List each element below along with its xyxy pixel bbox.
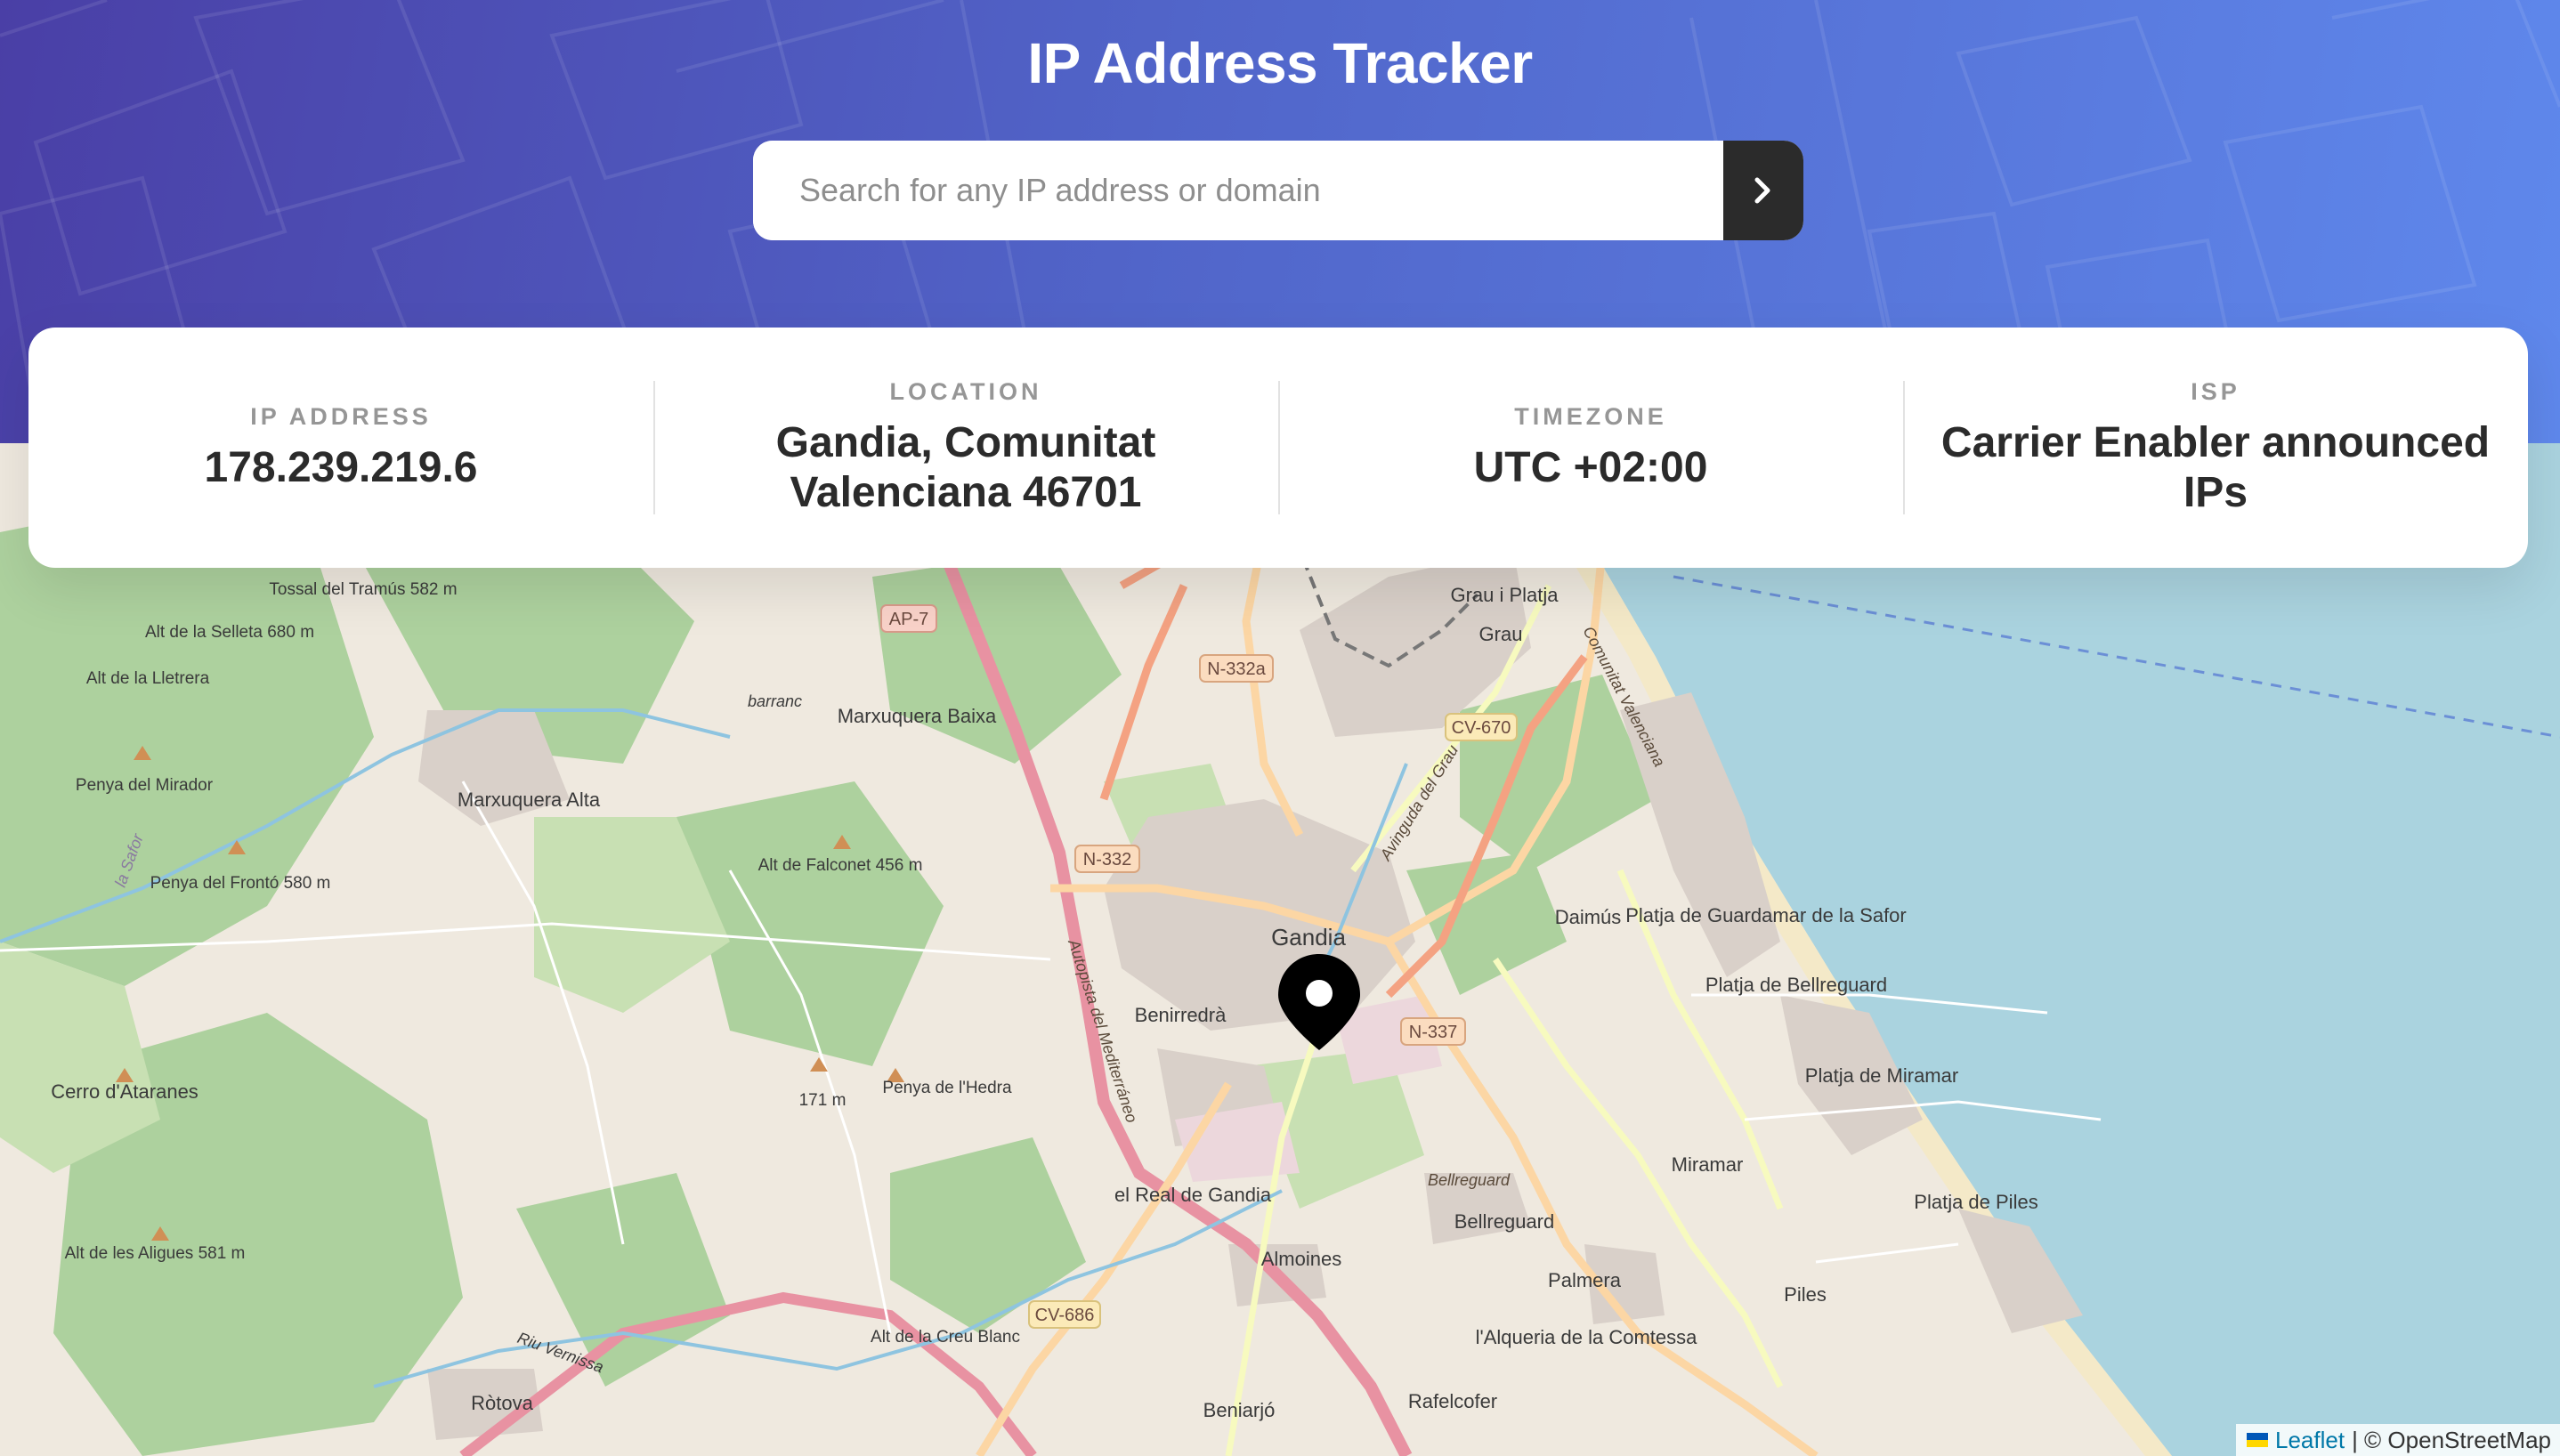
map-label-miramar-platja: Platja de Miramar (1805, 1064, 1958, 1087)
map-label-rafelcofer: Rafelcofer (1408, 1390, 1497, 1412)
map-label-selleta: Alt de la Selleta 680 m (145, 623, 314, 642)
map-label-bellreguard: Bellreguard (1454, 1210, 1555, 1233)
isp-value: Carrier Enabler announced IPs (1940, 418, 2491, 516)
road-label-n337: N-337 (1409, 1023, 1457, 1042)
map-label-tossal: Tossal del Tramús 582 m (269, 580, 457, 599)
map-tiles[interactable]: AP-7 N-332a CV-670 N-332 N-337 CV-686 Ga… (0, 443, 2560, 1456)
map-label-171: 171 m (799, 1091, 847, 1110)
road-label-n332a: N-332a (1207, 659, 1266, 679)
ip-address-value: 178.239.219.6 (204, 443, 478, 491)
map-label-gandia: Gandia (1271, 924, 1346, 950)
map-label-cerro: Cerro d'Ataranes (51, 1080, 198, 1103)
map-label-grau-platja: Grau i Platja (1450, 584, 1559, 606)
isp-label: ISP (2191, 377, 2240, 405)
map-label-palmera: Palmera (1548, 1269, 1622, 1291)
map-label-creu: Alt de la Creu Blanc (871, 1328, 1020, 1347)
road-label-cv670: CV-670 (1452, 718, 1511, 738)
timezone-value: UTC +02:00 (1473, 443, 1708, 491)
map-label-beniarjo: Beniarjó (1203, 1399, 1276, 1421)
location-label: LOCATION (889, 377, 1042, 405)
map-label-grau: Grau (1479, 623, 1523, 645)
map-label-rotova: Ròtova (471, 1392, 533, 1414)
location-value: Gandia, Comunitat Valenciana 46701 (775, 418, 1156, 516)
search-submit-button[interactable] (1723, 141, 1803, 240)
map-label-daimus: Daimús (1555, 906, 1622, 928)
map-label-bellreguard-platja: Platja de Bellreguard (1705, 974, 1887, 996)
search-input[interactable] (753, 141, 1723, 240)
ip-info-card: IP ADDRESS 178.239.219.6 LOCATION Gandia… (28, 328, 2528, 568)
map-label-guardamar: Platja de Guardamar de la Safor (1625, 904, 1907, 926)
map-label-barranc: barranc (748, 692, 802, 710)
page-title: IP Address Tracker (1027, 31, 1533, 95)
map-label-hedra: Penya de l'Hedra (882, 1079, 1012, 1097)
map-label-falconet: Alt de Falconet 456 m (758, 856, 923, 875)
isp-panel: ISP Carrier Enabler announced IPs (1903, 328, 2528, 568)
search-form (753, 141, 1803, 240)
map-label-marxuquera-alta: Marxuquera Alta (458, 789, 601, 811)
location-panel: LOCATION Gandia, Comunitat Valenciana 46… (653, 328, 1278, 568)
location-pin-icon[interactable] (1276, 952, 1362, 1052)
map-view[interactable]: AP-7 N-332a CV-670 N-332 N-337 CV-686 Ga… (0, 443, 2560, 1456)
map-label-penya-fronto: Penya del Frontó 580 m (150, 874, 331, 893)
ukraine-flag-icon (2247, 1433, 2268, 1447)
map-label-alqueria: l'Alqueria de la Comtessa (1476, 1326, 1698, 1348)
road-label-cv686: CV-686 (1035, 1306, 1095, 1325)
ip-address-label: IP ADDRESS (250, 402, 432, 430)
map-label-real: el Real de Gandia (1114, 1184, 1272, 1206)
map-label-penya-mirador: Penya del Mirador (76, 776, 214, 795)
ip-address-panel: IP ADDRESS 178.239.219.6 (28, 328, 653, 568)
map-attribution: Leaflet | © OpenStreetMap (2236, 1424, 2560, 1456)
map-label-miramar: Miramar (1672, 1153, 1744, 1176)
map-label-lletrera: Alt de la Lletrera (86, 669, 210, 688)
road-label-n332: N-332 (1083, 850, 1131, 870)
chevron-right-icon (1754, 177, 1770, 204)
map-label-benirredra: Benirredrà (1135, 1004, 1227, 1026)
road-label-ap7: AP-7 (889, 610, 928, 629)
leaflet-link[interactable]: Leaflet (2275, 1427, 2345, 1454)
map-label-almoines: Almoines (1261, 1248, 1341, 1270)
map-label-marxuquera-baixa: Marxuquera Baixa (838, 705, 997, 727)
map-label-piles: Piles (1784, 1283, 1827, 1306)
map-label-aligues: Alt de les Aligues 581 m (65, 1244, 246, 1263)
timezone-label: TIMEZONE (1514, 402, 1667, 430)
map-label-bellreguard-italic: Bellreguard (1428, 1171, 1511, 1189)
map-label-piles-platja: Platja de Piles (1914, 1191, 2037, 1213)
osm-attribution-text: | © OpenStreetMap (2352, 1426, 2551, 1453)
timezone-panel: TIMEZONE UTC +02:00 (1278, 328, 1903, 568)
